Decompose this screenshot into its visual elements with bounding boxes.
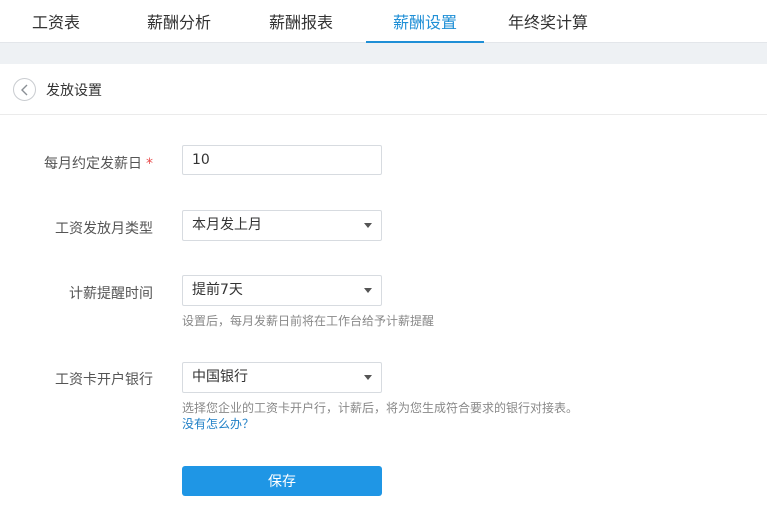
reminder-select[interactable]: 提前7天 [182, 275, 382, 306]
tab-salary-report[interactable]: 薪酬报表 [254, 0, 348, 43]
page-title: 发放设置 [46, 83, 102, 99]
pay-month-type-select[interactable]: 本月发上月 [182, 210, 382, 241]
back-button[interactable] [13, 78, 36, 101]
tab-year-end-bonus[interactable]: 年终奖计算 [498, 0, 598, 43]
reminder-hint: 设置后，每月发薪日前将在工作台给予计薪提醒 [182, 314, 435, 328]
tab-salary-analysis[interactable]: 薪酬分析 [132, 0, 226, 43]
bank-hint: 选择您企业的工资卡开户行，计薪后，将为您生成符合要求的银行对接表。 [182, 401, 579, 415]
tab-payroll[interactable]: 工资表 [14, 0, 98, 43]
bank-value: 中国银行 [192, 369, 248, 385]
sub-header: 发放设置 [0, 64, 767, 115]
bank-label: 工资卡开户银行 [55, 372, 153, 388]
caret-down-icon [364, 375, 372, 380]
save-button[interactable]: 保存 [182, 466, 382, 496]
pay-month-type-label: 工资发放月类型 [55, 221, 153, 237]
bank-select[interactable]: 中国银行 [182, 362, 382, 393]
reminder-label: 计薪提醒时间 [69, 286, 153, 302]
tab-bar: 工资表 薪酬分析 薪酬报表 薪酬设置 年终奖计算 [0, 0, 767, 43]
header-band [0, 43, 767, 64]
tab-salary-settings[interactable]: 薪酬设置 [366, 0, 484, 43]
caret-down-icon [364, 223, 372, 228]
payday-label: 每月约定发薪日 [44, 156, 142, 172]
chevron-left-icon [20, 84, 27, 95]
required-mark: * [146, 156, 153, 172]
bank-help-link[interactable]: 没有怎么办？ [182, 415, 254, 432]
pay-month-type-value: 本月发上月 [192, 217, 262, 233]
caret-down-icon [364, 288, 372, 293]
payday-input[interactable] [182, 145, 382, 175]
reminder-value: 提前7天 [192, 282, 243, 298]
payday-label-row: 每月约定发薪日 * [0, 153, 153, 173]
